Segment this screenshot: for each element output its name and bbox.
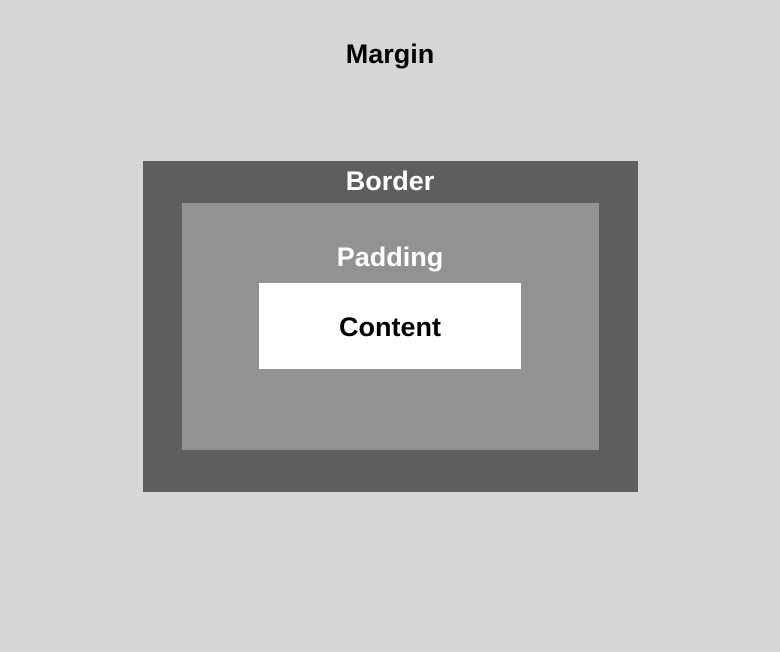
content-label: Content xyxy=(339,312,441,342)
box-model-diagram: Margin Border Padding Content xyxy=(0,0,780,652)
padding-label: Padding xyxy=(336,242,444,272)
margin-label: Margin xyxy=(345,39,435,69)
border-label: Border xyxy=(345,166,435,196)
